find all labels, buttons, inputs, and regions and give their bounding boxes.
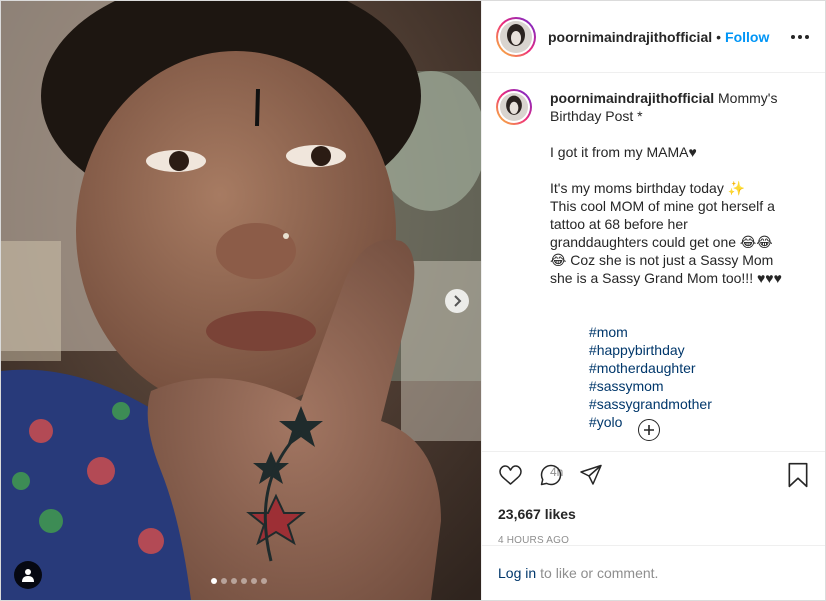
load-more-comments-button[interactable] — [638, 419, 660, 441]
username-link[interactable]: poornimaindrajithofficial — [548, 29, 712, 45]
carousel-dot — [251, 578, 257, 584]
carousel-dot — [231, 578, 237, 584]
carousel-dot — [261, 578, 267, 584]
caption: poornimaindrajithofficial Mommy's Birthd… — [550, 89, 788, 479]
next-image-button[interactable] — [445, 289, 469, 313]
login-prompt: Log in to like or comment. — [482, 545, 825, 600]
post-photo — [1, 1, 481, 600]
plus-icon — [644, 425, 654, 435]
comment-icon[interactable] — [539, 463, 563, 487]
hashtag-link[interactable]: #motherdaughter — [589, 360, 696, 376]
separator-dot: • — [716, 28, 722, 45]
share-icon[interactable] — [579, 463, 603, 487]
follow-button[interactable]: Follow — [725, 29, 769, 45]
hashtag-link[interactable]: #sassygrandmother — [589, 396, 712, 412]
login-link[interactable]: Log in — [498, 565, 536, 581]
hashtag-link[interactable]: #yolo — [589, 414, 622, 430]
chevron-right-icon — [454, 295, 462, 307]
carousel-dot — [211, 578, 217, 584]
hashtag-link[interactable]: #sassymom — [589, 378, 664, 394]
post-modal: poornimaindrajithofficial • Follow poorn… — [0, 0, 826, 601]
carousel-dot — [241, 578, 247, 584]
profile-picture — [500, 20, 532, 53]
profile-picture — [500, 93, 528, 121]
carousel-indicators — [211, 578, 267, 584]
likes-count[interactable]: 23,667 likes — [498, 506, 809, 522]
hashtag-link[interactable]: #mom — [589, 324, 628, 340]
carousel-dot — [221, 578, 227, 584]
avatar[interactable] — [496, 16, 536, 57]
hashtags: #mom #happybirthday #motherdaughter #sas… — [550, 305, 788, 449]
more-options-icon[interactable] — [789, 29, 811, 45]
post-side-panel: poornimaindrajithofficial • Follow poorn… — [481, 1, 825, 600]
post-actions: 23,667 likes 4 HOURS AGO — [482, 451, 825, 546]
caption-text: Mommy's Birthday Post * I got it from my… — [550, 90, 782, 286]
user-icon — [22, 569, 34, 582]
caption-avatar[interactable] — [496, 89, 532, 125]
bookmark-icon[interactable] — [787, 462, 809, 488]
tagged-users-button[interactable] — [14, 561, 42, 589]
heart-icon[interactable] — [498, 463, 523, 487]
caption-username[interactable]: poornimaindrajithofficial — [550, 90, 714, 106]
post-media[interactable] — [1, 1, 481, 600]
hashtag-link[interactable]: #happybirthday — [589, 342, 685, 358]
post-header: poornimaindrajithofficial • Follow — [482, 1, 825, 73]
login-text: to like or comment. — [540, 565, 659, 581]
caption-section: poornimaindrajithofficial Mommy's Birthd… — [482, 73, 825, 479]
